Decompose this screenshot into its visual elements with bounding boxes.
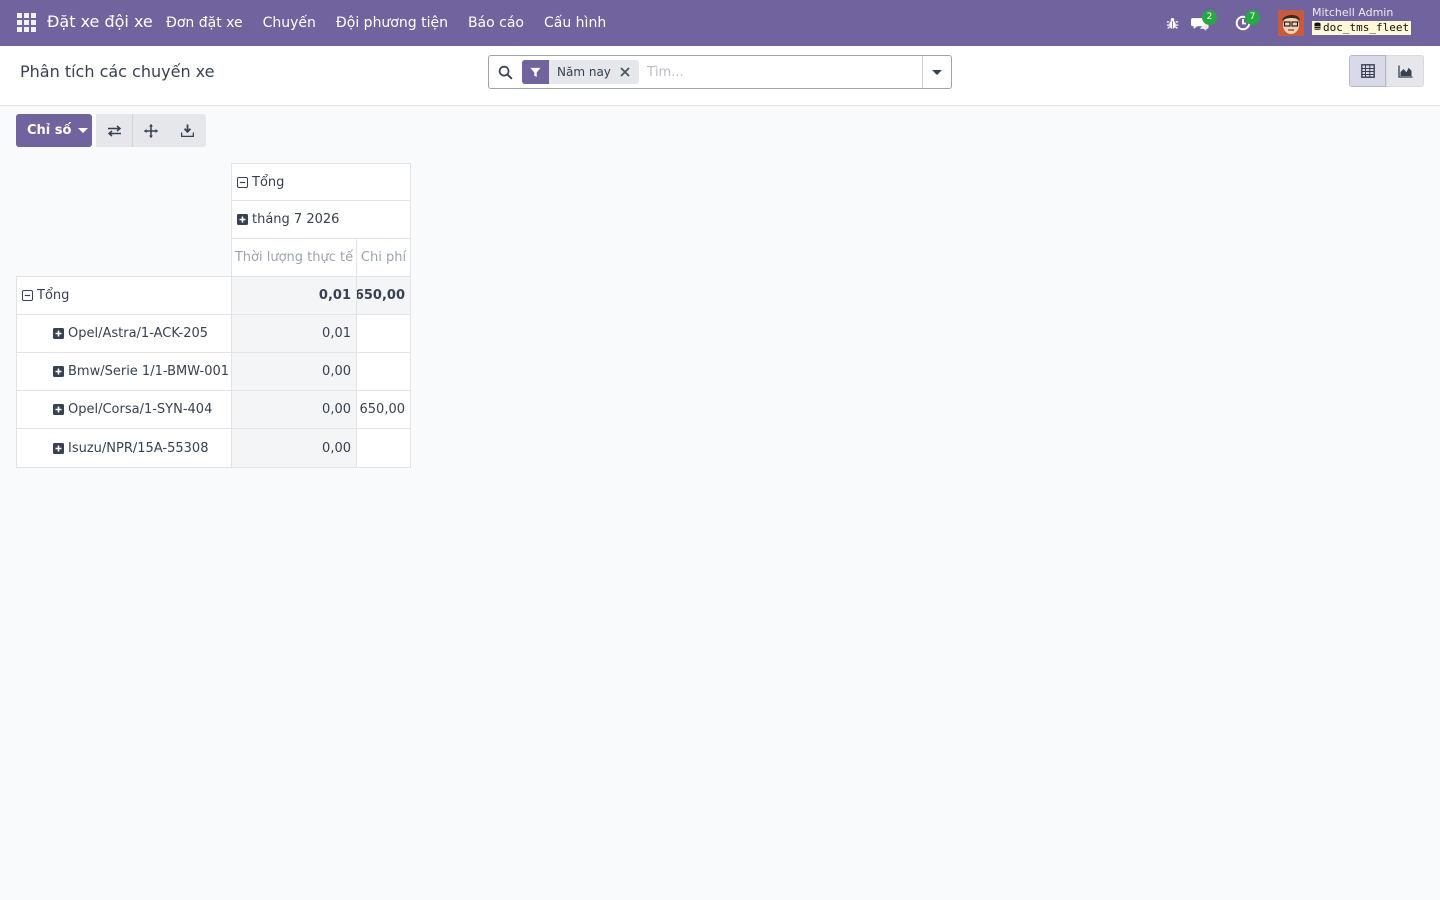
duration-cell[interactable]: 0,00 <box>231 352 357 391</box>
exchange-icon <box>107 124 121 137</box>
col-header-month[interactable]: tháng 7 2026 <box>231 200 411 239</box>
search-icon[interactable] <box>498 65 514 81</box>
control-panel: Phân tích các chuyến xe Năm nay <box>0 46 1440 106</box>
database-name: doc_tms_fleet <box>1312 21 1412 35</box>
graph-view-button[interactable] <box>1386 55 1424 87</box>
minus-square-icon <box>22 290 33 301</box>
search-options-toggle[interactable] <box>922 56 951 88</box>
duration-cell[interactable]: 0,01 <box>231 314 357 353</box>
top-menu: Đơn đặt xe Chuyến Đội phương tiện Báo cá… <box>156 0 616 46</box>
user-name: Mitchell Admin <box>1312 6 1394 19</box>
duration-cell[interactable]: 0,00 <box>231 428 357 468</box>
row-vehicle-label: Bmw/Serie 1/1-BMW-001 <box>68 364 230 379</box>
cost-cell[interactable] <box>356 428 411 468</box>
row-vehicle-label: Isuzu/NPR/15A-55308 <box>68 440 209 456</box>
app-brand[interactable]: Đặt xe đội xe <box>47 12 153 31</box>
main-navbar: Đặt xe đội xe Đơn đặt xe Chuyến Đội phươ… <box>0 0 1440 46</box>
row-vehicle-label: Opel/Corsa/1-SYN-404 <box>68 402 213 417</box>
measures-dropdown-button[interactable]: Chỉ số <box>16 114 92 147</box>
row-header-vehicle[interactable]: Opel/Corsa/1-SYN-404 <box>16 390 232 429</box>
page-title: Phân tích các chuyến xe <box>20 62 215 81</box>
measures-label: Chỉ số <box>27 123 72 138</box>
chevron-down-icon <box>78 128 89 133</box>
plus-square-icon <box>53 328 64 339</box>
menu-reporting[interactable]: Báo cáo <box>458 0 534 46</box>
menu-fleet[interactable]: Đội phương tiện <box>326 0 458 46</box>
arrows-expand-icon <box>144 123 158 138</box>
area-chart-icon <box>1397 65 1412 78</box>
row-header-vehicle[interactable]: Isuzu/NPR/15A-55308 <box>16 428 232 468</box>
row-header-vehicle[interactable]: Opel/Astra/1-ACK-205 <box>16 314 232 353</box>
total-duration-cell[interactable]: 0,01 <box>231 276 357 315</box>
flip-axis-button[interactable] <box>96 114 133 147</box>
messages-count-badge: 2 <box>1202 10 1217 25</box>
facet-label: Năm nay <box>557 65 611 79</box>
user-avatar[interactable] <box>1278 10 1304 36</box>
row-header-total[interactable]: Tổng <box>16 276 232 315</box>
apps-menu-icon[interactable] <box>17 13 36 32</box>
activities-count-badge: 7 <box>1245 10 1260 25</box>
table-icon <box>1360 64 1375 78</box>
row-header-vehicle[interactable]: Bmw/Serie 1/1-BMW-001 <box>16 352 232 391</box>
user-menu[interactable]: Mitchell Admin doc_tms_fleet <box>1312 6 1412 35</box>
col-header-month-label: tháng 7 2026 <box>252 212 340 227</box>
search-bar: Năm nay <box>488 55 952 89</box>
chevron-down-icon <box>932 69 942 75</box>
plus-square-icon <box>53 404 64 415</box>
col-header-total[interactable]: Tổng <box>231 163 411 201</box>
cost-cell[interactable] <box>356 314 411 353</box>
database-icon <box>1314 22 1321 30</box>
facet-remove-icon[interactable] <box>619 66 631 78</box>
menu-configuration[interactable]: Cấu hình <box>534 0 616 46</box>
pivot-view-button[interactable] <box>1349 55 1386 87</box>
search-facet: Năm nay <box>522 60 639 84</box>
activities-clock-icon[interactable]: 7 <box>1229 0 1260 46</box>
menu-bookings[interactable]: Đơn đặt xe <box>156 0 253 46</box>
minus-square-icon <box>237 176 248 188</box>
expand-all-button[interactable] <box>133 114 170 147</box>
download-xlsx-button[interactable] <box>169 114 206 147</box>
search-input[interactable] <box>647 62 917 82</box>
database-name-text: doc_tms_fleet <box>1323 21 1410 34</box>
plus-square-icon <box>237 214 248 225</box>
cost-cell[interactable] <box>356 352 411 391</box>
cost-cell[interactable]: 650,00 <box>356 390 411 429</box>
row-vehicle-label: Opel/Astra/1-ACK-205 <box>68 326 209 341</box>
plus-square-icon <box>53 366 64 377</box>
total-cost-cell[interactable]: 650,00 <box>356 276 411 315</box>
duration-cell[interactable]: 0,00 <box>231 390 357 429</box>
plus-square-icon <box>53 442 64 454</box>
filter-icon <box>522 60 549 84</box>
view-switcher <box>1349 55 1424 87</box>
download-icon <box>181 124 194 137</box>
menu-trips[interactable]: Chuyến <box>253 0 326 46</box>
measure-header-duration[interactable]: Thời lượng thực tế <box>231 238 357 277</box>
col-header-total-label: Tổng <box>252 174 285 190</box>
messages-chat-icon[interactable]: 2 <box>1186 0 1217 46</box>
debug-bug-icon[interactable] <box>1158 0 1186 46</box>
row-header-total-label: Tổng <box>37 288 70 303</box>
measure-header-cost[interactable]: Chi phí <box>356 238 411 277</box>
